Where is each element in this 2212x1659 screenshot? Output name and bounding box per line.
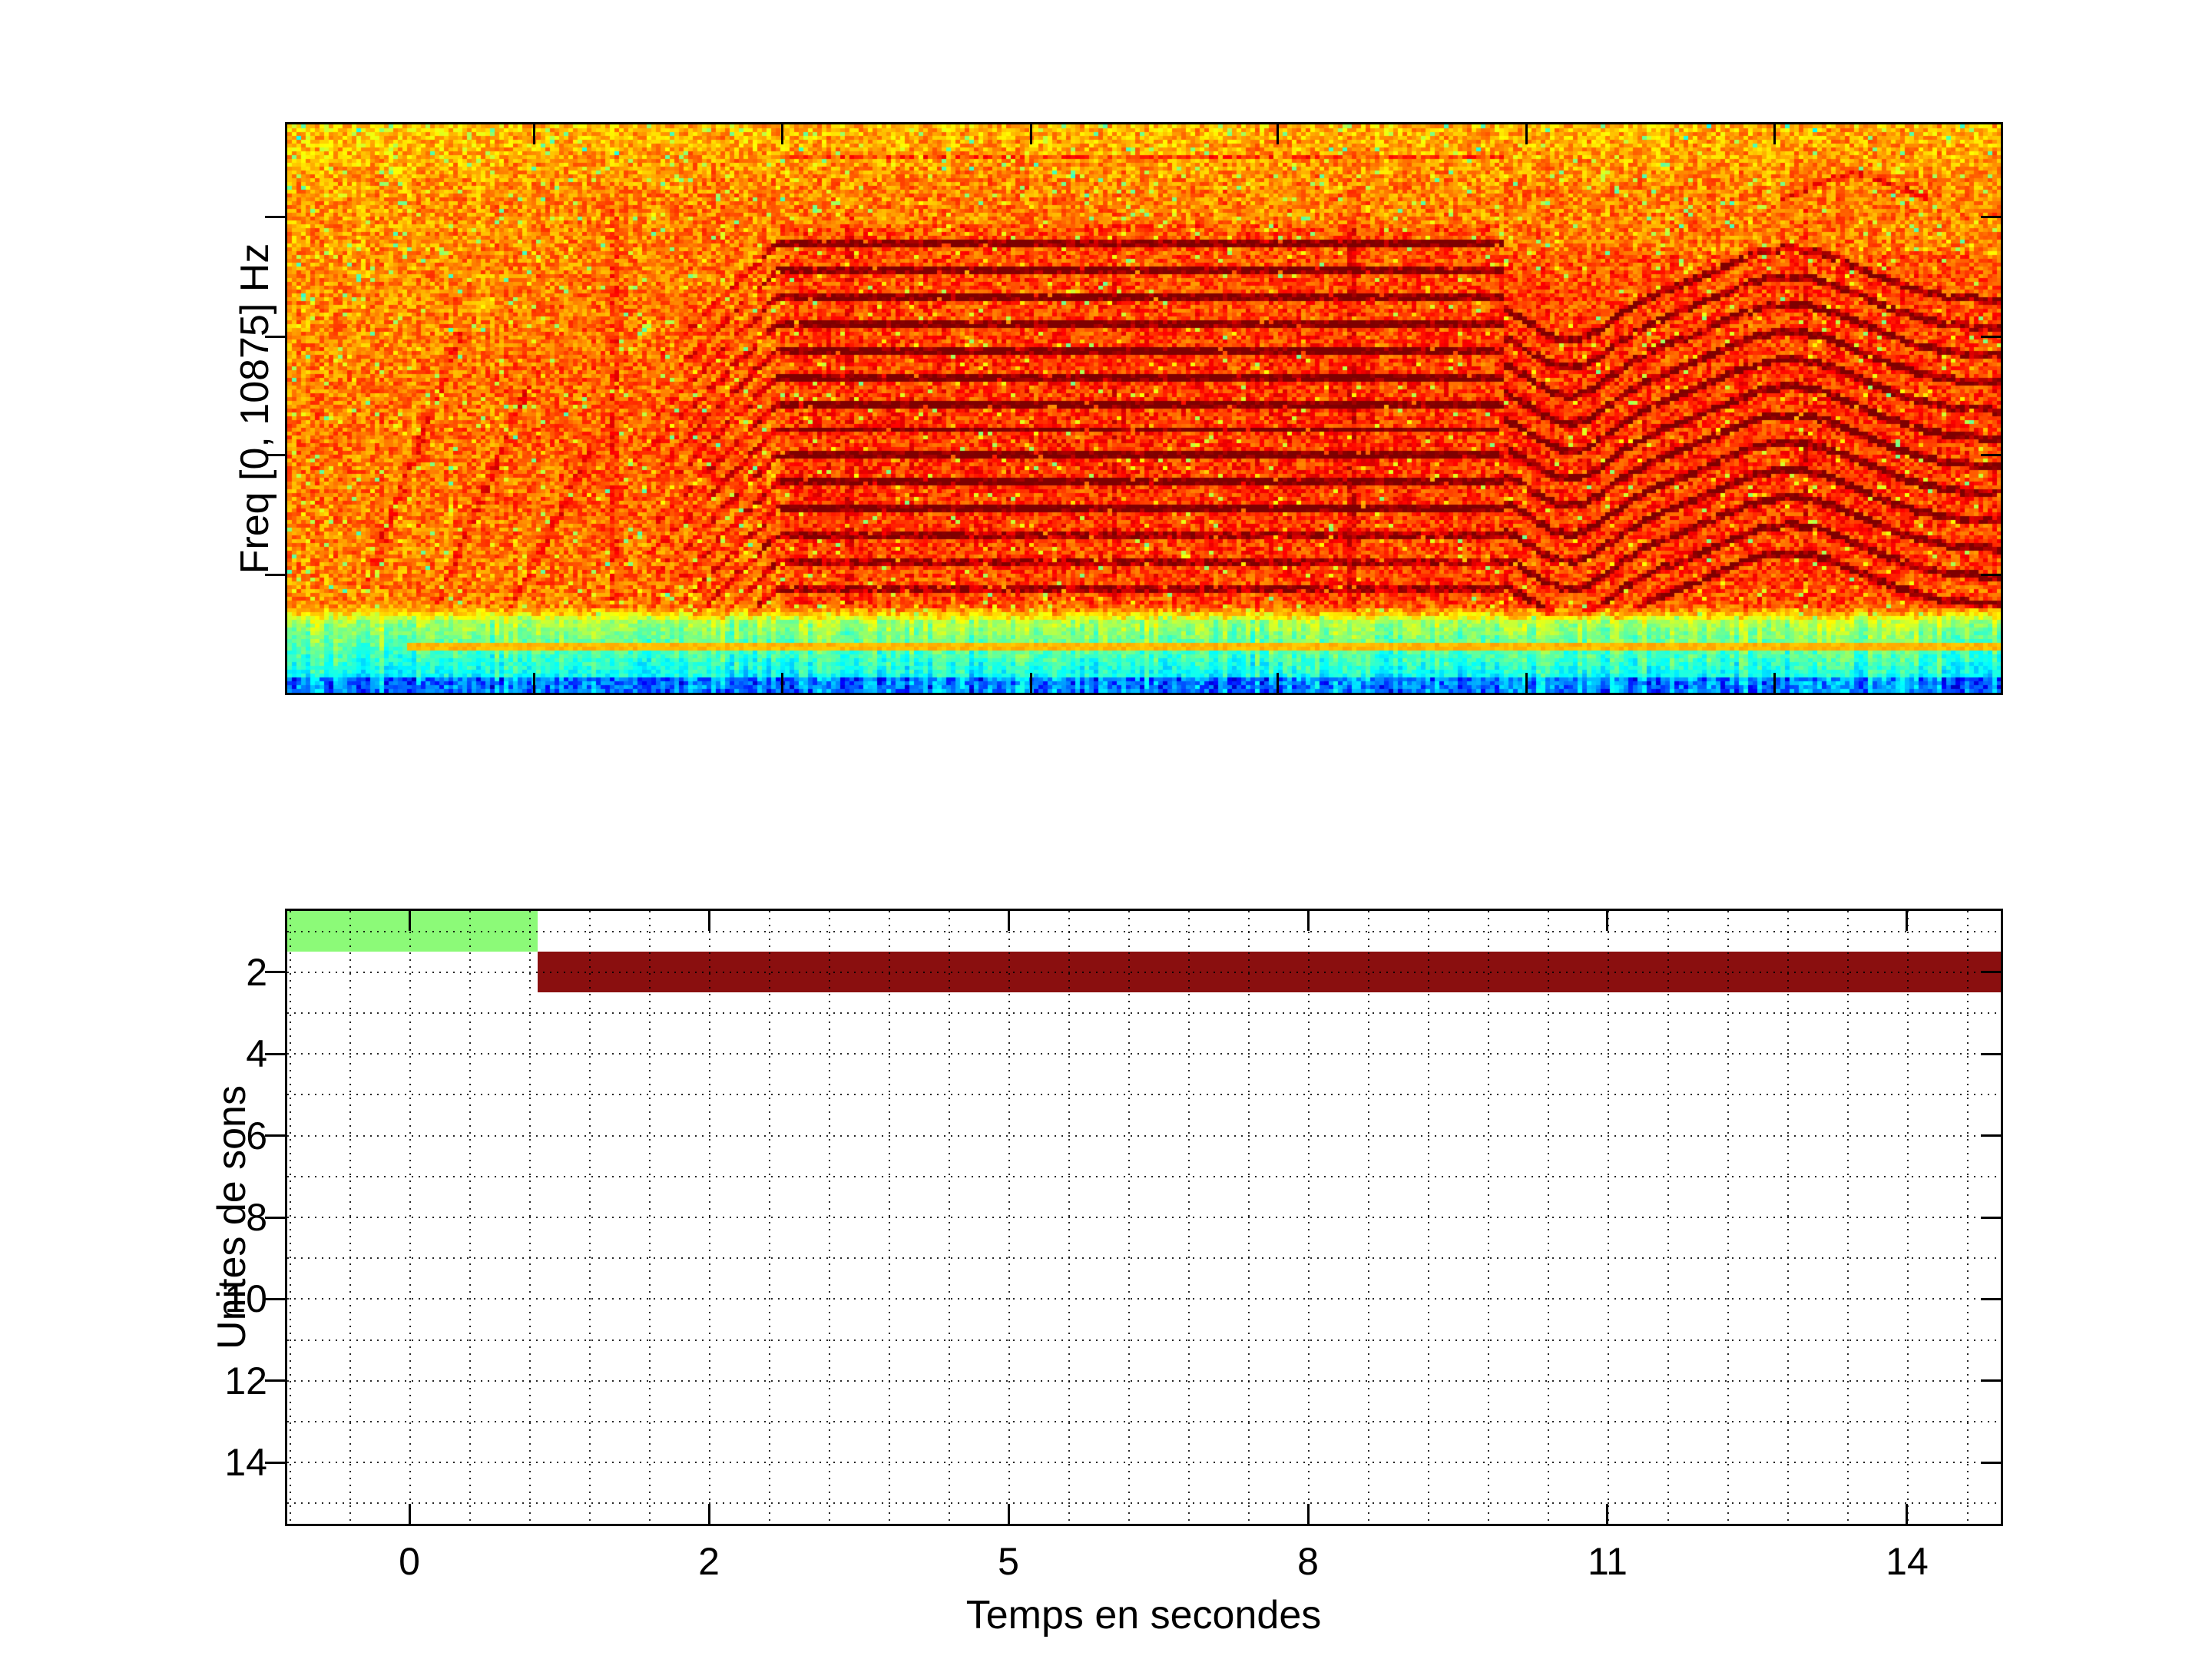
spec-x-tick-bottom (1029, 673, 1032, 693)
units-y-tick-left (265, 1461, 285, 1464)
spec-x-tick-top (533, 124, 536, 144)
units-x-axis-label: Temps en secondes (965, 1593, 1322, 1637)
units-y-tick-left (265, 1134, 285, 1137)
units-x-tick-label: 8 (1297, 1540, 1319, 1583)
h-gridline (287, 1217, 2001, 1218)
units-y-tick-right (1981, 1134, 2001, 1137)
units-x-tick-label: 11 (1588, 1540, 1628, 1583)
spectrogram-image (287, 124, 2001, 693)
h-gridline (287, 1502, 2001, 1505)
h-gridline (287, 1257, 2001, 1260)
units-y-tick-label: 8 (246, 1196, 267, 1239)
units-x-tick-label: 2 (698, 1540, 720, 1583)
spec-x-tick-top (1525, 124, 1528, 144)
units-x-tick-top (1007, 911, 1010, 931)
units-y-tick-left (265, 1297, 285, 1300)
units-y-tick-left (265, 1052, 285, 1055)
units-x-tick-bottom (408, 1504, 411, 1524)
spec-x-tick-bottom (533, 673, 536, 693)
h-gridline (287, 1134, 2001, 1137)
units-y-tick-right (1981, 1216, 2001, 1219)
spec-y-tick-right (1981, 216, 2001, 219)
units-y-tick-label: 2 (246, 950, 267, 994)
h-gridline (287, 1053, 2001, 1055)
units-plot (265, 909, 2003, 1526)
spec-x-tick-bottom (1773, 673, 1777, 693)
matlab-figure: Freq [0, 10875] Hz Unites de sons Temps … (0, 0, 2212, 1659)
units-y-tick-right (1981, 1297, 2001, 1300)
units-y-tick-left (265, 971, 285, 974)
units-y-tick-right (1981, 1052, 2001, 1055)
units-x-tick-bottom (1007, 1504, 1010, 1524)
units-x-tick-top (707, 911, 710, 931)
units-y-tick-left (265, 1379, 285, 1382)
h-gridline (287, 1094, 2001, 1096)
spec-x-tick-top (781, 124, 784, 144)
units-x-tick-top (408, 911, 411, 931)
units-x-tick-top (1306, 911, 1310, 931)
h-gridline (287, 971, 2001, 973)
spec-y-tick-right (1981, 454, 2001, 457)
spec-x-tick-top (1277, 124, 1280, 144)
units-y-tick-label: 12 (224, 1359, 267, 1402)
units-y-tick-label: 14 (224, 1441, 267, 1485)
units-y-tick-right (1981, 1461, 2001, 1464)
h-gridline (287, 1175, 2001, 1177)
units-plot-area (287, 911, 2001, 1524)
units-y-tick-right (1981, 971, 2001, 974)
units-x-tick-bottom (1906, 1504, 1909, 1524)
h-gridline (287, 930, 2001, 932)
spectrogram-plot (265, 122, 2003, 695)
spec-y-tick-right (1981, 335, 2001, 338)
units-x-tick-label: 0 (399, 1540, 420, 1583)
spectrogram-y-axis-label: Freq [0, 10875] Hz (233, 243, 277, 575)
h-gridline (287, 1421, 2001, 1422)
units-x-tick-label: 14 (1886, 1540, 1929, 1583)
h-gridline (287, 1298, 2001, 1300)
units-x-tick-bottom (707, 1504, 710, 1524)
units-y-tick-label: 6 (246, 1114, 267, 1157)
h-gridline (287, 1379, 2001, 1382)
spec-x-tick-bottom (781, 673, 784, 693)
spec-x-tick-bottom (1525, 673, 1528, 693)
units-y-tick-label: 4 (246, 1032, 267, 1076)
units-x-tick-label: 5 (998, 1540, 1019, 1583)
units-y-tick-label: 10 (224, 1277, 267, 1321)
units-x-tick-bottom (1606, 1504, 1609, 1524)
spec-x-tick-top (1029, 124, 1032, 144)
spec-y-tick-left (265, 216, 285, 219)
h-gridline (287, 1339, 2001, 1341)
units-x-tick-top (1606, 911, 1609, 931)
units-y-tick-left (265, 1216, 285, 1219)
units-y-tick-right (1981, 1379, 2001, 1382)
spec-y-tick-right (1981, 573, 2001, 576)
units-x-tick-top (1906, 911, 1909, 931)
spec-x-tick-top (1773, 124, 1777, 144)
h-gridline (287, 1012, 2001, 1014)
spec-x-tick-bottom (1277, 673, 1280, 693)
h-gridline (287, 1462, 2001, 1464)
units-x-tick-bottom (1306, 1504, 1310, 1524)
